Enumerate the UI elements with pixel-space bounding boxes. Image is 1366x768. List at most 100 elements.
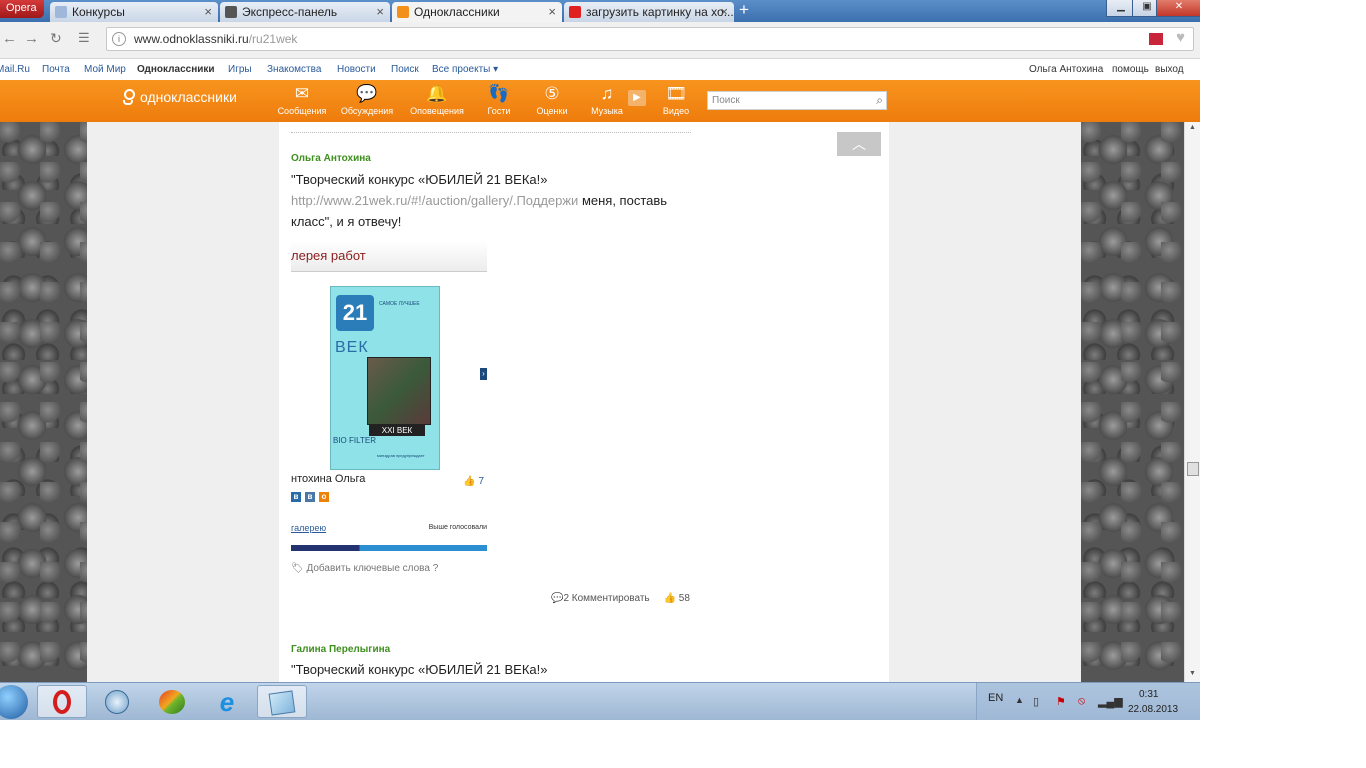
portal-link-mail[interactable]: Почта	[42, 64, 70, 75]
logo-21-icon: 21	[336, 295, 374, 331]
footprints-icon: 👣	[488, 84, 510, 103]
back-icon[interactable]: ←	[2, 30, 17, 47]
start-button[interactable]	[0, 685, 28, 719]
portal-link-news[interactable]: Новости	[337, 64, 376, 75]
post-author[interactable]: Ольга Антохина	[291, 153, 371, 164]
portal-help-link[interactable]: помощь	[1112, 64, 1149, 75]
clock-date[interactable]: 22.08.2013	[1128, 704, 1178, 715]
tab-yandex-search[interactable]: загрузить картинку на хо... ×	[564, 2, 734, 22]
comment-icon: 💬	[551, 593, 564, 604]
play-icon[interactable]: ▶	[628, 90, 646, 106]
post-link[interactable]: http://www.21wek.ru/#!/auction/gallery/.…	[291, 193, 578, 208]
tab-konkursy[interactable]: Конкурсы ×	[50, 2, 218, 22]
scroll-up-icon[interactable]: ▲	[1189, 124, 1196, 131]
window-close-button[interactable]: ✕	[1156, 0, 1200, 17]
feed-icon[interactable]	[1149, 33, 1163, 45]
card-likes[interactable]: 👍 7	[463, 476, 484, 487]
speaker-muted-icon[interactable]: ⦸	[1078, 695, 1085, 708]
like-button[interactable]: 👍 58	[664, 593, 690, 604]
device-icon[interactable]: ▯	[1033, 695, 1039, 708]
post-image[interactable]: лерея работ 21 САМОЕ ЛУЧШЕЕ ВЕК XXI ВЕК …	[291, 241, 487, 551]
stone-background-left	[0, 122, 87, 682]
scrollbar-thumb[interactable]	[1187, 462, 1199, 476]
address-url[interactable]: www.odnoklassniki.ru/ru21wek	[134, 32, 297, 46]
card-likes-count: 7	[478, 476, 484, 487]
tab-label: загрузить картинку на хо...	[586, 5, 734, 19]
nav-guests[interactable]: 👣 Гости	[469, 84, 529, 116]
portal-link-odnoklassniki[interactable]: Одноклассники	[137, 64, 215, 75]
portal-link-all-projects[interactable]: Все проекты ▾	[432, 64, 498, 75]
right-column	[889, 122, 1081, 682]
taskbar-paint[interactable]	[257, 685, 307, 718]
close-icon[interactable]: ×	[548, 2, 556, 22]
taskbar-opera[interactable]	[37, 685, 87, 718]
close-icon[interactable]: ×	[376, 2, 384, 22]
tab-label: Одноклассники	[414, 5, 500, 19]
close-icon[interactable]: ×	[720, 2, 728, 22]
film-icon: 🎞	[665, 84, 687, 103]
site-info-icon[interactable]: i	[112, 32, 126, 46]
clock-time[interactable]: 0:31	[1139, 689, 1158, 700]
ok-icon[interactable]: о	[319, 492, 329, 502]
card-small-text: САМОЕ ЛУЧШЕЕ	[379, 301, 420, 307]
gallery-link[interactable]: галерею	[291, 523, 326, 533]
address-bar[interactable]: i www.odnoklassniki.ru/ru21wek ♥	[106, 27, 1194, 51]
divider	[291, 132, 691, 133]
nav-ratings[interactable]: ⑤ Оценки	[522, 84, 582, 116]
page-scrollbar[interactable]: ▲ ▼	[1184, 122, 1200, 682]
tab-strip: Opera Конкурсы × Экспресс-панель × Однок…	[0, 0, 1200, 22]
nav-video[interactable]: 🎞 Видео	[646, 84, 706, 116]
chevron-right-icon[interactable]: ›	[480, 368, 487, 380]
post-text: "Творческий конкурс «ЮБИЛЕЙ 21 ВЕКа!» ht…	[291, 169, 671, 232]
rating-five-icon: ⑤	[544, 84, 560, 103]
taskbar-internet-explorer[interactable]: e	[202, 685, 252, 718]
post-author[interactable]: Галина Перелыгина	[291, 644, 390, 655]
grid-icon	[225, 6, 237, 18]
network-signal-icon[interactable]: ▂▄▆	[1098, 695, 1123, 708]
bell-icon: 🔔	[426, 84, 448, 103]
language-indicator[interactable]: EN	[988, 692, 1003, 704]
yandex-icon	[569, 6, 581, 18]
new-tab-button[interactable]: +	[739, 1, 749, 19]
portal-logout-link[interactable]: выход	[1155, 64, 1184, 75]
close-icon[interactable]: ×	[204, 2, 212, 22]
gallery-strip	[291, 545, 487, 551]
show-hidden-icons-icon[interactable]: ▲	[1015, 695, 1024, 705]
scroll-down-icon[interactable]: ▼	[1189, 670, 1196, 677]
tab-express-panel[interactable]: Экспресс-панель ×	[220, 2, 390, 22]
nav-label: Гости	[487, 106, 511, 116]
portal-link-mymir[interactable]: Мой Мир	[84, 64, 126, 75]
heart-icon[interactable]: ♥	[1176, 29, 1185, 46]
all-projects-label: Все проекты	[432, 64, 491, 75]
nav-label: Оповещения	[410, 106, 464, 116]
portal-link-mailru[interactable]: Mail.Ru	[0, 64, 30, 75]
scroll-top-button[interactable]: ︿	[837, 132, 881, 156]
speed-dial-icon[interactable]: ☰	[78, 30, 90, 46]
action-center-icon[interactable]: ⚑	[1056, 695, 1066, 708]
help-icon[interactable]: ?	[433, 563, 439, 574]
portal-user-name[interactable]: Ольга Антохина	[1029, 64, 1103, 75]
nav-messages[interactable]: ✉ Сообщения	[272, 84, 332, 116]
search-icon[interactable]: ⌕	[876, 92, 883, 109]
portal-link-dating[interactable]: Знакомства	[267, 64, 321, 75]
vk-icon[interactable]: в	[305, 492, 315, 502]
speech-bubbles-icon: 💬	[356, 84, 378, 103]
tab-odnoklassniki[interactable]: Одноклассники ×	[392, 2, 562, 22]
forward-icon[interactable]: →	[24, 30, 39, 47]
url-path: /ru21wek	[248, 32, 298, 46]
portal-link-search[interactable]: Поиск	[391, 64, 419, 75]
nav-notifications[interactable]: 🔔 Оповещения	[407, 84, 467, 116]
nav-label: Оценки	[536, 106, 568, 116]
portal-link-games[interactable]: Игры	[228, 64, 252, 75]
taskbar-chrome-ball[interactable]	[147, 685, 197, 718]
social-icon[interactable]: в	[291, 492, 301, 502]
comment-button[interactable]: 💬2 Комментировать	[551, 593, 650, 604]
add-keywords[interactable]: 🏷 Добавить ключевые слова ?	[291, 563, 438, 574]
nav-discussions[interactable]: 💬 Обсуждения	[337, 84, 397, 116]
taskbar-safari[interactable]	[92, 685, 142, 718]
opera-menu-button[interactable]: Opera	[0, 0, 44, 18]
nav-label: Обсуждения	[340, 106, 394, 116]
ok-logo[interactable]: одноклассники	[123, 89, 237, 107]
reload-icon[interactable]: ↻	[50, 30, 62, 47]
ok-search-input[interactable]: Поиск ⌕	[707, 91, 887, 110]
